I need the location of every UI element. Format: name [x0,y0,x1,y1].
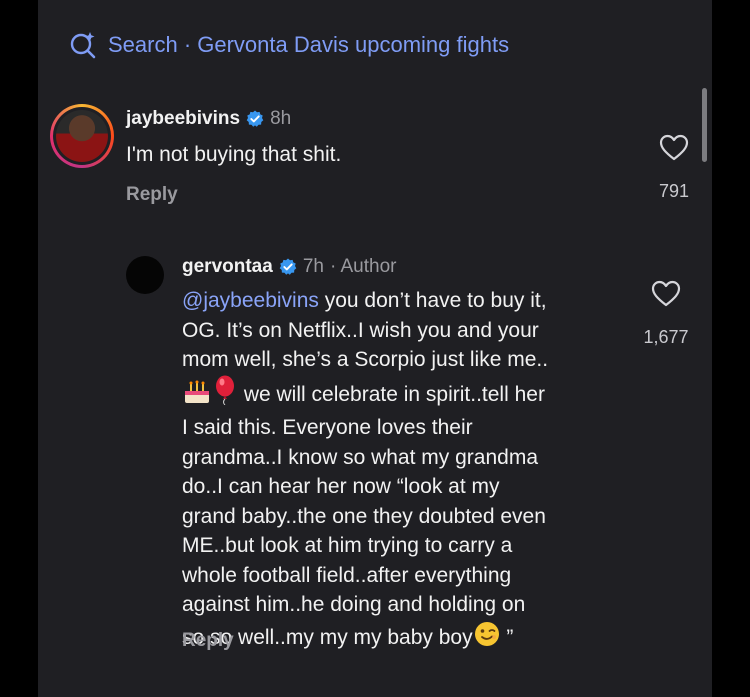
winking-face-icon [473,620,501,657]
avatar-story-ring[interactable] [50,104,114,168]
comments-panel: Search · Gervonta Davis upcoming fights … [38,0,712,697]
author-label: · Author [329,256,397,277]
reply-button[interactable]: Reply [126,184,178,206]
like-control: 791 [644,134,704,202]
like-count: 1,677 [643,327,689,347]
search-label: Search · Gervonta Davis upcoming fights [108,32,510,57]
comment-text: I'm not buying that shit. [126,143,342,166]
verified-badge-icon [279,258,297,276]
comment-text-part: ” [500,625,514,649]
like-count: 791 [658,181,690,201]
comment-username[interactable]: jaybeebivins [126,108,240,130]
like-control: 1,677 [636,280,696,348]
comment-time: 7h [302,256,324,277]
comment-text-part: you don’t have to buy it, [318,289,547,312]
reply-button[interactable]: Reply [182,630,234,652]
avatar[interactable] [126,256,164,294]
search-sparkle-icon [68,30,98,60]
heart-icon[interactable] [659,134,689,167]
birthday-cake-icon [182,379,212,414]
balloon-icon [212,375,238,414]
comment-text-part: OG. It’s on Netflix..I wish you and your… [182,318,549,372]
verified-badge-icon [246,110,264,128]
mention-link[interactable]: @jaybeebivins [182,289,319,312]
comment-text-part: we will celebrate in spirit..tell her I … [182,382,546,649]
search-bar[interactable]: Search · Gervonta Davis upcoming fights [68,28,509,62]
comment-username[interactable]: gervontaa [182,256,273,278]
comment-gervontaa: gervontaa 7h · Author @jaybeebivins you … [126,252,696,662]
comment-jaybeebivins: jaybeebivins 8h I'm not buying that shit… [50,104,690,214]
avatar [56,110,108,162]
comment-time: 8h [270,108,292,129]
heart-icon[interactable] [651,280,681,313]
comment-text: @jaybeebivins you don’t have to buy it, … [182,286,642,656]
